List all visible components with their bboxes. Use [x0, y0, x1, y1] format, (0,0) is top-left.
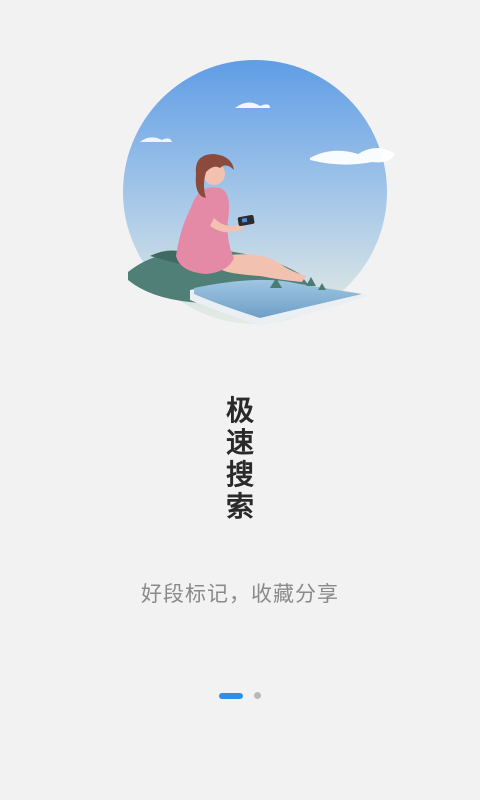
title-char: 速 — [225, 426, 254, 459]
page-title: 极 速 搜 索 — [0, 395, 480, 523]
page-indicator — [0, 692, 480, 699]
feature-subtitle: 好段标记，收藏分享 — [141, 582, 339, 606]
title-char: 索 — [225, 490, 254, 523]
page-indicator-dot-active[interactable] — [219, 692, 243, 699]
girl-reading-illustration — [123, 60, 395, 326]
page-indicator-dot[interactable] — [254, 692, 261, 699]
title-char: 极 — [225, 394, 254, 427]
title-char: 搜 — [225, 458, 254, 491]
